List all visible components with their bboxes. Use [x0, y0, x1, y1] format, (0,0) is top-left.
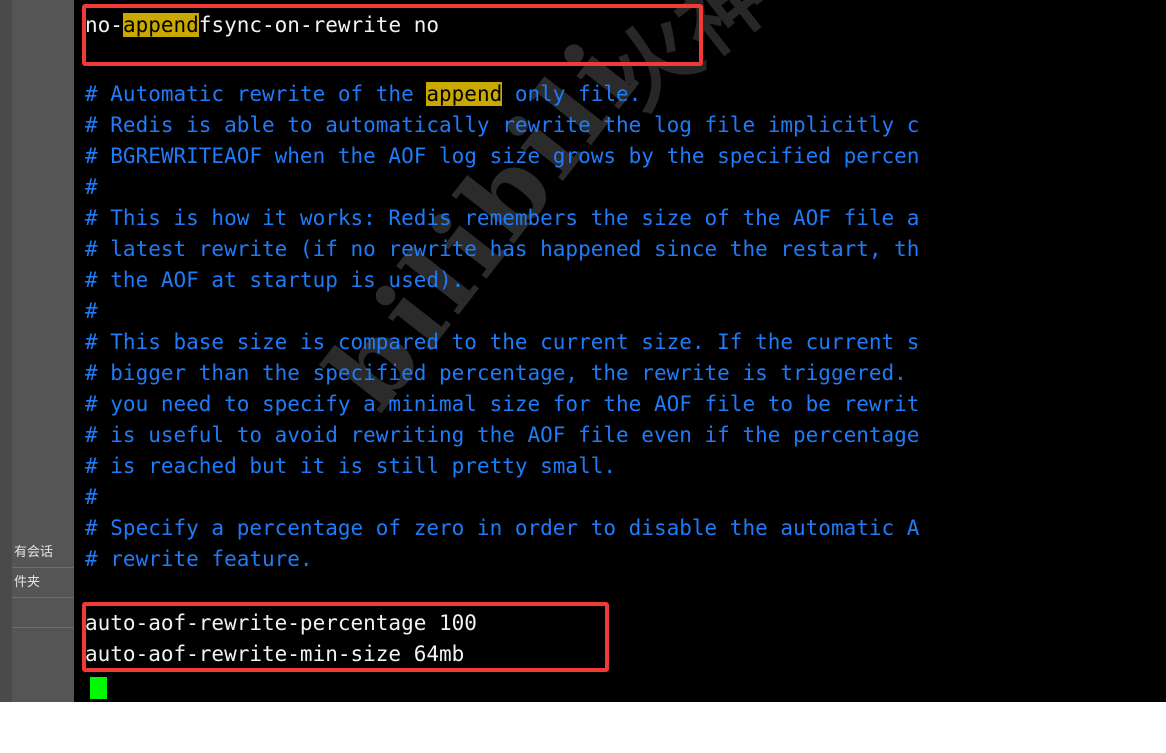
search-highlight-append-1: append	[122, 13, 199, 37]
caption-bar: 如果 aof 文件大于 64m，太大了！ fork一个新的进程来将我们的文件进行…	[0, 702, 1166, 753]
comment-line-14: # Specify a percentage of zero in order …	[85, 516, 920, 540]
search-highlight-append-2: append	[426, 82, 503, 106]
comment-line-5: # latest rewrite (if no rewrite has happ…	[85, 237, 920, 261]
comment-line-2: # BGREWRITEAOF when the AOF log size gro…	[85, 144, 920, 168]
terminal-pane[interactable]: 火神 bilibili no-appendfsync-on-rewrite no…	[74, 0, 1166, 702]
comment-text-tail: only file.	[502, 82, 642, 106]
config-suffix: fsync-on-rewrite no	[198, 13, 440, 37]
comment-line-13: #	[85, 485, 98, 509]
config-line-auto-aof-rewrite-percentage: auto-aof-rewrite-percentage 100	[85, 611, 477, 635]
sidebar-item-folder[interactable]: 件夹	[12, 568, 74, 598]
comment-line-11: # is useful to avoid rewriting the AOF f…	[85, 423, 920, 447]
config-line-auto-aof-rewrite-min-size: auto-aof-rewrite-min-size 64mb	[85, 642, 465, 666]
terminal-content: 火神 bilibili no-appendfsync-on-rewrite no…	[74, 0, 1166, 702]
comment-line-12: # is reached but it is still pretty smal…	[85, 454, 617, 478]
config-prefix: no-	[85, 13, 123, 37]
comment-line-4: # This is how it works: Redis remembers …	[85, 206, 920, 230]
comment-line-15: # rewrite feature.	[85, 547, 313, 571]
comment-line-8: # This base size is compared to the curr…	[85, 330, 920, 354]
terminal-cursor	[90, 677, 107, 699]
sidebar-item-sessions[interactable]: 有会话	[12, 538, 74, 568]
comment-text: # Automatic rewrite of the	[85, 82, 427, 106]
sidebar-item-empty[interactable]	[12, 598, 74, 628]
sidebar-edge-strip	[0, 0, 12, 702]
comment-line-9: # bigger than the specified percentage, …	[85, 361, 907, 385]
comment-line-6: # the AOF at startup is used).	[85, 268, 465, 292]
ssh-session-sidebar: 有会话 件夹	[0, 0, 74, 702]
comment-line-3: #	[85, 175, 98, 199]
config-line-no-appendfsync: no-appendfsync-on-rewrite no	[85, 10, 439, 41]
comment-line-0: # Automatic rewrite of the append only f…	[85, 79, 641, 110]
screenshot-root: 有会话 件夹 火神 bilibili no-appendfsync-on-rew…	[0, 0, 1166, 753]
comment-line-7: #	[85, 299, 98, 323]
comment-line-1: # Redis is able to automatically rewrite…	[85, 113, 920, 137]
comment-line-10: # you need to specify a minimal size for…	[85, 392, 920, 416]
